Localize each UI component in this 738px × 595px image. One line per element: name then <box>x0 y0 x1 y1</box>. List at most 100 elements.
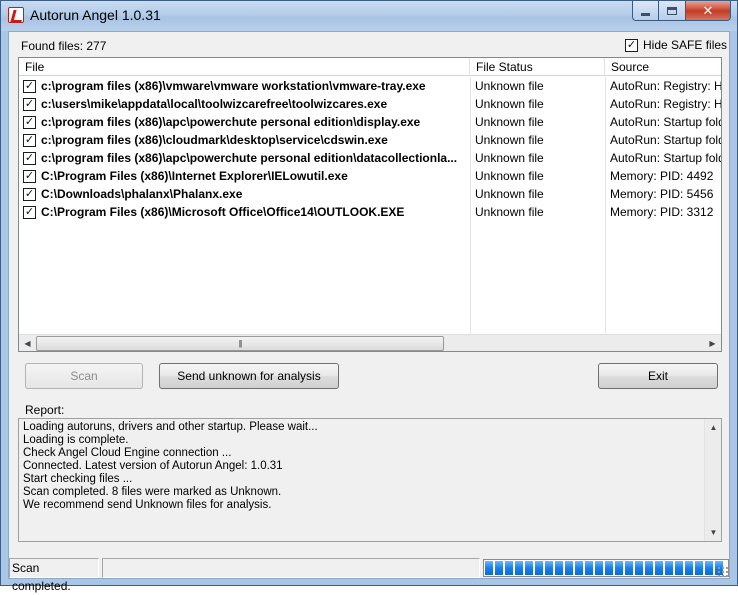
scan-button[interactable]: Scan <box>25 363 143 389</box>
file-source: Memory: PID: 4492 <box>610 169 714 183</box>
file-path: C:\Downloads\phalanx\Phalanx.exe <box>41 187 243 201</box>
column-header-file-status[interactable]: File Status <box>470 58 605 76</box>
scroll-right-icon[interactable]: ▶ <box>704 335 721 352</box>
file-path: c:\program files (x86)\apc\powerchute pe… <box>41 115 421 129</box>
progress-segment <box>515 561 523 575</box>
report-line: Check Angel Cloud Engine connection ... <box>23 447 232 459</box>
client-area: Found files: 277 ✓ Hide SAFE files File … <box>8 31 730 593</box>
maximize-icon <box>667 6 677 15</box>
table-row[interactable]: ✓ c:\program files (x86)\apc\powerchute p… <box>19 149 721 167</box>
table-row[interactable]: ✓ c:\users\mike\appdata\local\toolwizcare… <box>19 95 721 113</box>
hide-safe-checkbox[interactable]: ✓ Hide SAFE files <box>625 38 727 52</box>
list-body: ✓ c:\program files (x86)\vmware\vmware wo… <box>19 77 721 334</box>
horizontal-scrollbar[interactable]: ◀ ||| ▶ <box>19 334 721 351</box>
close-icon: ✕ <box>702 2 714 18</box>
progress-segment <box>615 561 623 575</box>
report-line: We recommend send Unknown files for anal… <box>23 499 272 511</box>
file-status: Unknown file <box>475 169 544 183</box>
scroll-thumb[interactable]: ||| <box>36 336 444 351</box>
row-checkbox[interactable]: ✓ <box>23 115 36 129</box>
file-path: c:\program files (x86)\vmware\vmware wor… <box>41 79 426 93</box>
minimize-button[interactable] <box>632 1 659 21</box>
progress-bar <box>483 559 729 577</box>
column-header-source[interactable]: Source <box>605 58 721 76</box>
report-line: Loading autoruns, drivers and other star… <box>23 421 318 433</box>
progress-segment <box>575 561 583 575</box>
file-path: C:\Program Files (x86)\Internet Explorer… <box>41 169 348 183</box>
report-box[interactable]: Loading autoruns, drivers and other star… <box>18 418 722 542</box>
row-checkbox[interactable]: ✓ <box>23 169 36 183</box>
close-button[interactable]: ✕ <box>686 1 731 21</box>
row-checkbox[interactable]: ✓ <box>23 205 36 219</box>
file-source: Memory: PID: 5456 <box>610 187 714 201</box>
progress-segment <box>645 561 653 575</box>
row-checkbox[interactable]: ✓ <box>23 79 36 93</box>
caption-buttons: ✕ <box>632 1 731 21</box>
hide-safe-label: Hide SAFE files <box>643 38 728 52</box>
file-status: Unknown file <box>475 151 544 165</box>
file-source: AutoRun: Startup folder <box>610 133 721 147</box>
send-unknown-button[interactable]: Send unknown for analysis <box>159 363 339 389</box>
file-source: AutoRun: Startup folder <box>610 115 721 129</box>
file-status: Unknown file <box>475 205 544 219</box>
progress-segment <box>535 561 543 575</box>
progress-segment <box>585 561 593 575</box>
table-row[interactable]: ✓ c:\program files (x86)\cloudmark\deskto… <box>19 131 721 149</box>
progress-segment <box>705 561 713 575</box>
row-checkbox[interactable]: ✓ <box>23 187 36 201</box>
file-status: Unknown file <box>475 97 544 111</box>
table-row[interactable]: ✓ c:\program files (x86)\vmware\vmware wo… <box>19 77 721 95</box>
scroll-left-icon[interactable]: ◀ <box>19 335 36 352</box>
maximize-button[interactable] <box>659 1 686 21</box>
found-files-count: Found files: 277 <box>21 39 107 53</box>
progress-segment <box>505 561 513 575</box>
table-row[interactable]: ✓ C:\Downloads\phalanx\Phalanx.exe Unknow… <box>19 185 721 203</box>
checkbox-checked-icon[interactable]: ✓ <box>625 38 638 52</box>
app-icon <box>8 7 24 23</box>
window-title: Autorun Angel 1.0.31 <box>30 7 161 23</box>
file-source: AutoRun: Registry: HKCU <box>610 97 721 111</box>
scroll-up-icon[interactable]: ▲ <box>705 419 722 436</box>
file-status: Unknown file <box>475 133 544 147</box>
table-row[interactable]: ✓ C:\Program Files (x86)\Microsoft Office… <box>19 203 721 221</box>
report-line: Connected. Latest version of Autorun Ang… <box>23 460 283 472</box>
file-source: Memory: PID: 3312 <box>610 205 714 219</box>
progress-segment <box>675 561 683 575</box>
progress-segment <box>665 561 673 575</box>
report-label: Report: <box>25 403 65 417</box>
file-status: Unknown file <box>475 187 544 201</box>
progress-segment <box>635 561 643 575</box>
table-row[interactable]: ✓ C:\Program Files (x86)\Internet Explore… <box>19 167 721 185</box>
progress-segment <box>555 561 563 575</box>
minimize-icon <box>641 13 650 16</box>
title-bar[interactable]: Autorun Angel 1.0.31 ✕ <box>1 1 737 31</box>
progress-segment <box>525 561 533 575</box>
file-status: Unknown file <box>475 79 544 93</box>
exit-button[interactable]: Exit <box>598 363 718 389</box>
report-text: Loading autoruns, drivers and other star… <box>23 421 703 512</box>
file-path: c:\users\mike\appdata\local\toolwizcaref… <box>41 97 388 111</box>
report-line: Scan completed. 8 files were marked as U… <box>23 486 282 498</box>
row-checkbox[interactable]: ✓ <box>23 133 36 147</box>
files-list[interactable]: File File Status Source ✓ c:\program file… <box>18 57 722 352</box>
file-source: AutoRun: Registry: HKLM <box>610 79 721 93</box>
resize-grip-icon[interactable] <box>717 566 729 578</box>
progress-segment <box>545 561 553 575</box>
progress-segment <box>685 561 693 575</box>
column-header-file[interactable]: File <box>19 58 470 76</box>
progress-segment <box>495 561 503 575</box>
status-panel-empty <box>102 558 480 578</box>
progress-segment <box>605 561 613 575</box>
row-checkbox[interactable]: ✓ <box>23 97 36 111</box>
progress-segment <box>695 561 703 575</box>
file-path: c:\program files (x86)\cloudmark\desktop… <box>41 133 388 147</box>
row-checkbox[interactable]: ✓ <box>23 151 36 165</box>
vertical-scrollbar[interactable]: ▲ ▼ <box>704 419 721 541</box>
file-path: c:\program files (x86)\apc\powerchute pe… <box>41 151 458 165</box>
table-row[interactable]: ✓ c:\program files (x86)\apc\powerchute p… <box>19 113 721 131</box>
file-source: AutoRun: Startup folder <box>610 151 721 165</box>
app-window: Autorun Angel 1.0.31 ✕ Found files: 277 … <box>0 0 738 593</box>
list-header: File File Status Source <box>19 58 721 76</box>
progress-segment <box>565 561 573 575</box>
scroll-down-icon[interactable]: ▼ <box>705 524 722 541</box>
